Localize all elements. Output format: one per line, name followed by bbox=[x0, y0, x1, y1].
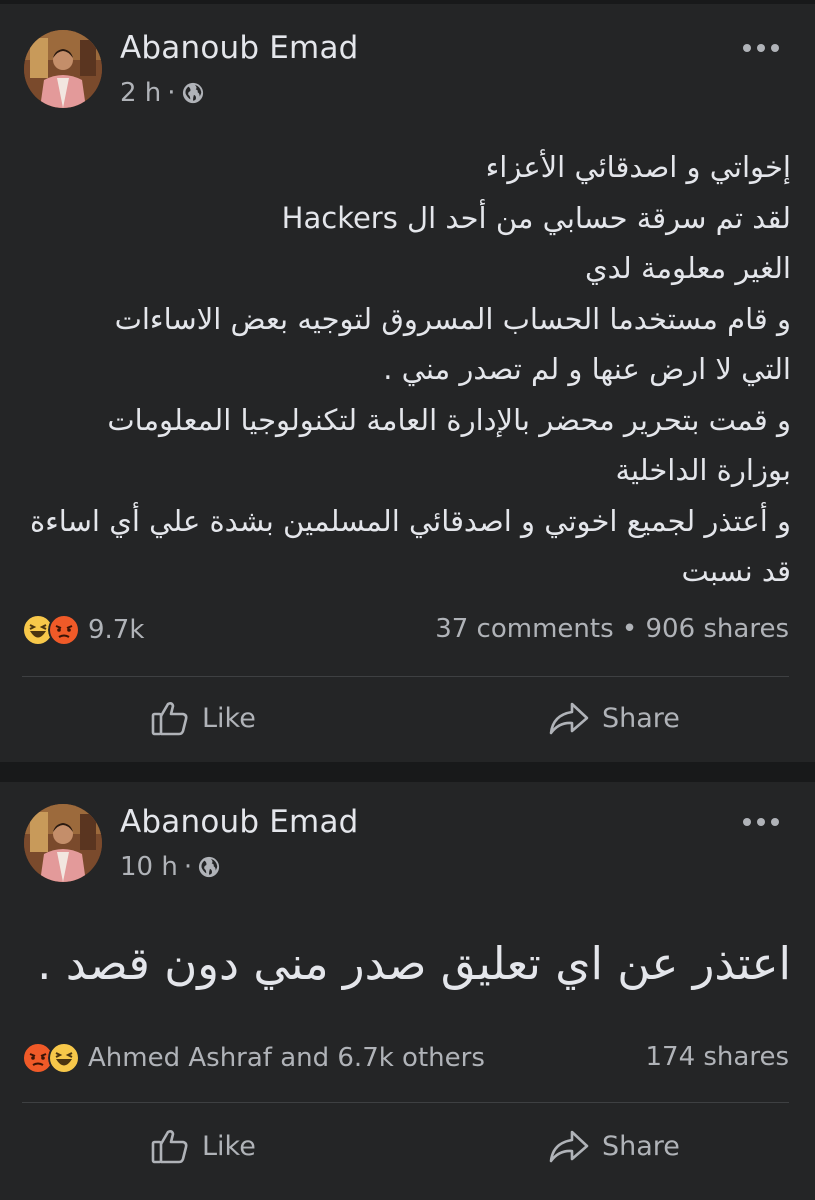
avatar-photo bbox=[24, 804, 102, 882]
more-options-button[interactable] bbox=[743, 816, 779, 828]
divider bbox=[22, 1102, 789, 1103]
post-stats[interactable]: 174 shares bbox=[645, 1042, 789, 1072]
post-body-line: قد نسبت bbox=[681, 554, 791, 588]
meta-separator: · bbox=[167, 78, 176, 108]
post-time[interactable]: 2 h bbox=[120, 78, 161, 108]
post-body-line: إخواتي و اصدقائي الأعزاء bbox=[485, 150, 791, 184]
share-label: Share bbox=[602, 1130, 680, 1162]
post-stats[interactable]: 37 comments • 906 shares bbox=[435, 614, 789, 644]
dot-icon bbox=[757, 44, 765, 52]
post-body-line: التي لا ارض عنها و لم تصدر مني . bbox=[383, 352, 791, 386]
like-label: Like bbox=[202, 1130, 256, 1162]
more-options-button[interactable] bbox=[743, 42, 779, 54]
share-label: Share bbox=[602, 702, 680, 734]
reaction-count: 9.7k bbox=[88, 615, 145, 645]
post-time[interactable]: 10 h bbox=[120, 852, 178, 882]
post-meta: 2 h · bbox=[120, 78, 204, 108]
post-card: Abanoub Emad 10 h · اعتذر عن اي تعليق صد… bbox=[0, 782, 815, 1200]
divider bbox=[22, 676, 789, 677]
haha-reaction-icon bbox=[48, 1042, 80, 1074]
post-body-line: و أعتذر لجميع اخوتي و اصدقائي المسلمين ب… bbox=[29, 503, 791, 538]
avatar-photo bbox=[24, 30, 102, 108]
dot-icon bbox=[771, 44, 779, 52]
post-meta: 10 h · bbox=[120, 852, 220, 882]
post-body: إخواتي و اصدقائي الأعزاء لقد تم سرقة حسا… bbox=[20, 142, 791, 597]
globe-icon bbox=[199, 856, 220, 878]
post-body-line: لقد تم سرقة حسابي من أحد ال Hackers bbox=[281, 200, 791, 235]
dot-icon bbox=[743, 44, 751, 52]
meta-separator: · bbox=[183, 852, 193, 882]
post-body-line: و قام مستخدما الحساب المسروق لتوجيه بعض … bbox=[114, 301, 791, 336]
share-button[interactable]: Share bbox=[548, 698, 680, 738]
reaction-summary[interactable]: 9.7k bbox=[22, 614, 144, 646]
like-button[interactable]: Like bbox=[150, 1126, 256, 1166]
dot-icon bbox=[743, 818, 751, 826]
like-label: Like bbox=[202, 702, 256, 734]
post-body: اعتذر عن اي تعليق صدر مني دون قصد . bbox=[20, 934, 791, 994]
dot-icon bbox=[771, 818, 779, 826]
post-body-line: الغير معلومة لدي bbox=[584, 251, 791, 285]
like-button[interactable]: Like bbox=[150, 698, 256, 738]
post-body-line: و قمت بتحرير محضر بالإدارة العامة لتكنول… bbox=[107, 402, 791, 437]
globe-icon bbox=[182, 82, 203, 104]
post-body-line: اعتذر عن اي تعليق صدر مني دون قصد . bbox=[37, 937, 791, 990]
share-icon bbox=[549, 702, 589, 735]
reaction-count: Ahmed Ashraf and 6.7k others bbox=[88, 1043, 485, 1073]
angry-reaction-icon bbox=[48, 614, 80, 646]
share-button[interactable]: Share bbox=[548, 1126, 680, 1166]
like-icon bbox=[151, 1130, 188, 1164]
dot-icon bbox=[757, 818, 765, 826]
author-name[interactable]: Abanoub Emad bbox=[120, 804, 359, 840]
share-icon bbox=[549, 1130, 589, 1163]
author-avatar[interactable] bbox=[24, 804, 102, 882]
author-avatar[interactable] bbox=[24, 30, 102, 108]
post-body-line: بوزارة الداخلية bbox=[615, 453, 791, 487]
like-icon bbox=[151, 702, 188, 736]
author-name[interactable]: Abanoub Emad bbox=[120, 30, 359, 66]
post-card: Abanoub Emad 2 h · إخواتي و اصدقائي الأع… bbox=[0, 4, 815, 762]
reaction-summary[interactable]: Ahmed Ashraf and 6.7k others bbox=[22, 1042, 485, 1074]
